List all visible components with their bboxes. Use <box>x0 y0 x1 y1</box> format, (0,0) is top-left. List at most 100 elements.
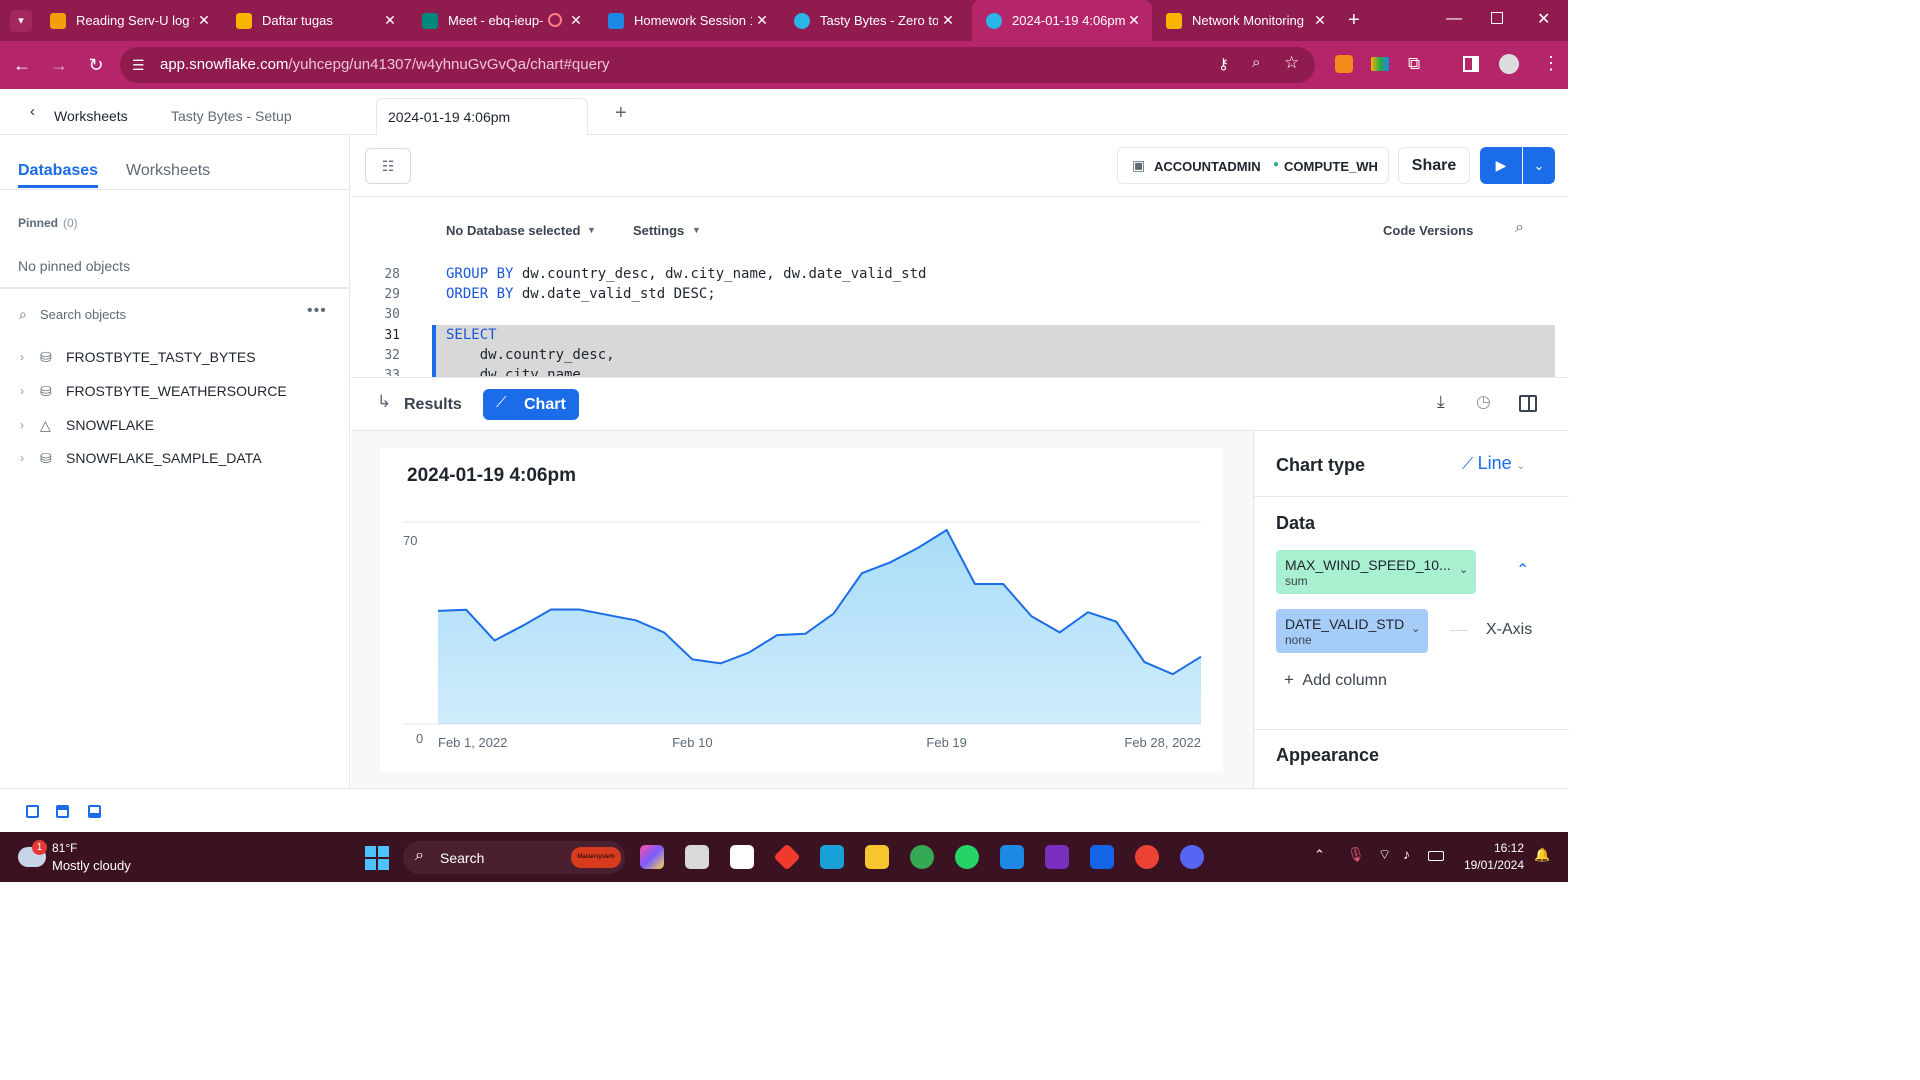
database-item[interactable]: › △ SNOWFLAKE <box>20 413 154 437</box>
chevron-right-icon: › <box>20 451 24 465</box>
database-selector[interactable]: No Database selected <box>446 223 580 238</box>
folder-breadcrumb[interactable]: Tasty Bytes - Setup <box>171 108 292 124</box>
layout-top-icon[interactable] <box>56 805 69 818</box>
side-panel-icon[interactable] <box>1463 56 1479 72</box>
onenote-icon[interactable] <box>1045 845 1069 869</box>
settings-dropdown[interactable]: Settings <box>633 223 684 238</box>
browser-tab-active[interactable]: 2024-01-19 4:06pm ✕ <box>972 0 1152 41</box>
search-icon[interactable]: ⌕ <box>1515 219 1524 237</box>
windows-start-icon[interactable] <box>365 846 389 870</box>
browser-menu-icon[interactable]: ⋮ <box>1542 53 1560 74</box>
add-column-button[interactable]: + Add column <box>1284 670 1387 690</box>
snowflake-favicon-icon <box>794 12 810 29</box>
split-view-icon[interactable] <box>1519 395 1537 412</box>
store-app-icon[interactable] <box>730 845 754 869</box>
chevron-down-icon: ⌄ <box>1411 623 1421 635</box>
tab-search-icon[interactable]: ▾ <box>10 10 32 32</box>
chart-tab[interactable]: ⟋ Chart <box>483 389 579 420</box>
profile-avatar[interactable] <box>1499 54 1519 74</box>
close-tab-icon[interactable]: ✕ <box>754 12 770 29</box>
clock-time[interactable]: 16:12 <box>1490 841 1524 855</box>
browser-tab-7[interactable]: Network Monitoring ✕ <box>1152 0 1338 41</box>
download-icon[interactable]: ⤓ <box>1437 392 1445 412</box>
task-view-icon[interactable] <box>685 845 709 869</box>
metamask-extension-icon[interactable] <box>1335 55 1353 73</box>
layout-left-icon[interactable] <box>26 805 39 818</box>
whatsapp-icon[interactable] <box>955 845 979 869</box>
tab-databases[interactable]: Databases <box>18 162 98 180</box>
forward-icon[interactable]: → <box>47 53 71 77</box>
browser-tab-4[interactable]: Homework Session 1 ✕ <box>594 0 780 41</box>
y-column-pill[interactable]: MAX_WIND_SPEED_10... sum ⌄ <box>1276 550 1476 594</box>
layout-bottom-icon[interactable] <box>88 805 101 818</box>
database-item[interactable]: › ⛁ SNOWFLAKE_SAMPLE_DATA <box>20 446 262 470</box>
browser-tab-5[interactable]: Tasty Bytes - Zero to ✕ <box>780 0 966 41</box>
mail-icon[interactable] <box>1000 845 1024 869</box>
close-tab-icon[interactable]: ✕ <box>1126 12 1142 29</box>
database-item[interactable]: › ⛁ FROSTBYTE_TASTY_BYTES <box>20 345 256 369</box>
filter-sliders-icon[interactable]: ☷ <box>365 148 411 184</box>
new-tab-icon[interactable]: + <box>1348 9 1360 32</box>
back-chevron-icon[interactable]: ‹ <box>30 103 35 120</box>
run-play-icon[interactable]: ▶ <box>1480 147 1522 184</box>
copilot-app-icon[interactable] <box>640 845 664 869</box>
code-versions-button[interactable]: Code Versions <box>1383 223 1473 238</box>
worksheet-tab-active[interactable]: 2024-01-19 4:06pm <box>376 98 588 135</box>
close-tab-icon[interactable]: ✕ <box>940 12 956 29</box>
close-window-icon[interactable]: ✕ <box>1537 9 1550 29</box>
file-explorer-icon[interactable] <box>865 845 889 869</box>
notification-bell-icon[interactable]: 🔔 <box>1534 847 1550 863</box>
clock-date[interactable]: 19/01/2024 <box>1460 858 1524 872</box>
editor-toolbar: ☷ ▣ ACCOUNTADMIN ● COMPUTE_WH Share ▶ ⌄ <box>351 135 1568 197</box>
database-item[interactable]: › ⛁ FROSTBYTE_WEATHERSOURCE <box>20 379 287 403</box>
x-column-pill[interactable]: DATE_VALID_STD none ⌄ <box>1276 609 1428 653</box>
chrome-icon[interactable] <box>910 845 934 869</box>
reload-icon[interactable]: ↻ <box>84 53 108 77</box>
back-icon[interactable]: ← <box>10 53 34 77</box>
browser-tab-2[interactable]: Daftar tugas ✕ <box>222 0 408 41</box>
shared-database-icon: ⛁ <box>40 450 52 466</box>
more-options-icon[interactable]: ••• <box>307 302 327 320</box>
app-icon[interactable] <box>820 845 844 869</box>
results-tab[interactable]: Results <box>404 396 462 414</box>
site-info-icon[interactable]: ☰ <box>132 57 145 74</box>
bookmark-star-icon[interactable]: ☆ <box>1284 53 1299 73</box>
battery-icon[interactable] <box>1428 851 1444 861</box>
search-objects-input[interactable]: Search objects <box>40 307 126 322</box>
worksheets-back-link[interactable]: Worksheets <box>54 108 128 124</box>
close-tab-icon[interactable]: ✕ <box>1312 12 1328 29</box>
browser-tab-3[interactable]: Meet - ebq-ieup- ✕ <box>408 0 594 41</box>
webex-icon[interactable] <box>1090 845 1114 869</box>
close-tab-icon[interactable]: ✕ <box>196 12 212 29</box>
active-tab-indicator <box>18 185 98 188</box>
zoom-icon[interactable]: ⌕ <box>1252 54 1260 71</box>
volume-icon[interactable]: ♪ <box>1403 846 1410 862</box>
browser-tab-1[interactable]: Reading Serv-U log fi ✕ <box>36 0 222 41</box>
tray-chevron-up-icon[interactable]: ⌃ <box>1314 847 1325 863</box>
run-dropdown-chevron-icon[interactable]: ⌄ <box>1523 147 1555 184</box>
wifi-icon[interactable]: ⌔ <box>1378 846 1391 864</box>
share-button[interactable]: Share <box>1398 147 1470 184</box>
tab-worksheets[interactable]: Worksheets <box>126 162 210 180</box>
chart-type-dropdown[interactable]: ⟋ Line ⌄ <box>1462 453 1525 474</box>
discord-icon[interactable] <box>1180 845 1204 869</box>
password-key-icon[interactable]: ⚷ <box>1218 55 1229 73</box>
microphone-icon[interactable]: 🎙 <box>1347 846 1365 863</box>
chrome-profile-icon[interactable] <box>1135 845 1159 869</box>
chevron-right-icon: › <box>20 384 24 398</box>
chevron-down-icon: ⌄ <box>1516 460 1526 472</box>
close-tab-icon[interactable]: ✕ <box>568 12 584 29</box>
browser-tab-bar: ▾ Reading Serv-U log fi ✕ Daftar tugas ✕… <box>0 0 1568 41</box>
collapse-chevron-up-icon[interactable]: ⌃ <box>1516 560 1529 580</box>
taskbar-search[interactable]: ⌕ Search Mastersystem <box>403 841 625 874</box>
line-number: 30 <box>384 307 400 322</box>
minimize-icon[interactable]: — <box>1446 10 1462 28</box>
close-tab-icon[interactable]: ✕ <box>382 12 398 29</box>
context-selector[interactable]: ▣ ACCOUNTADMIN ● COMPUTE_WH <box>1117 147 1389 184</box>
warehouse-label: COMPUTE_WH <box>1284 159 1378 174</box>
restore-icon[interactable] <box>1491 12 1503 24</box>
history-clock-icon[interactable]: ◷ <box>1476 392 1491 412</box>
extension-icon[interactable] <box>1371 57 1389 71</box>
add-worksheet-icon[interactable]: + <box>615 102 627 125</box>
extensions-puzzle-icon[interactable]: ⧉ <box>1408 54 1420 74</box>
